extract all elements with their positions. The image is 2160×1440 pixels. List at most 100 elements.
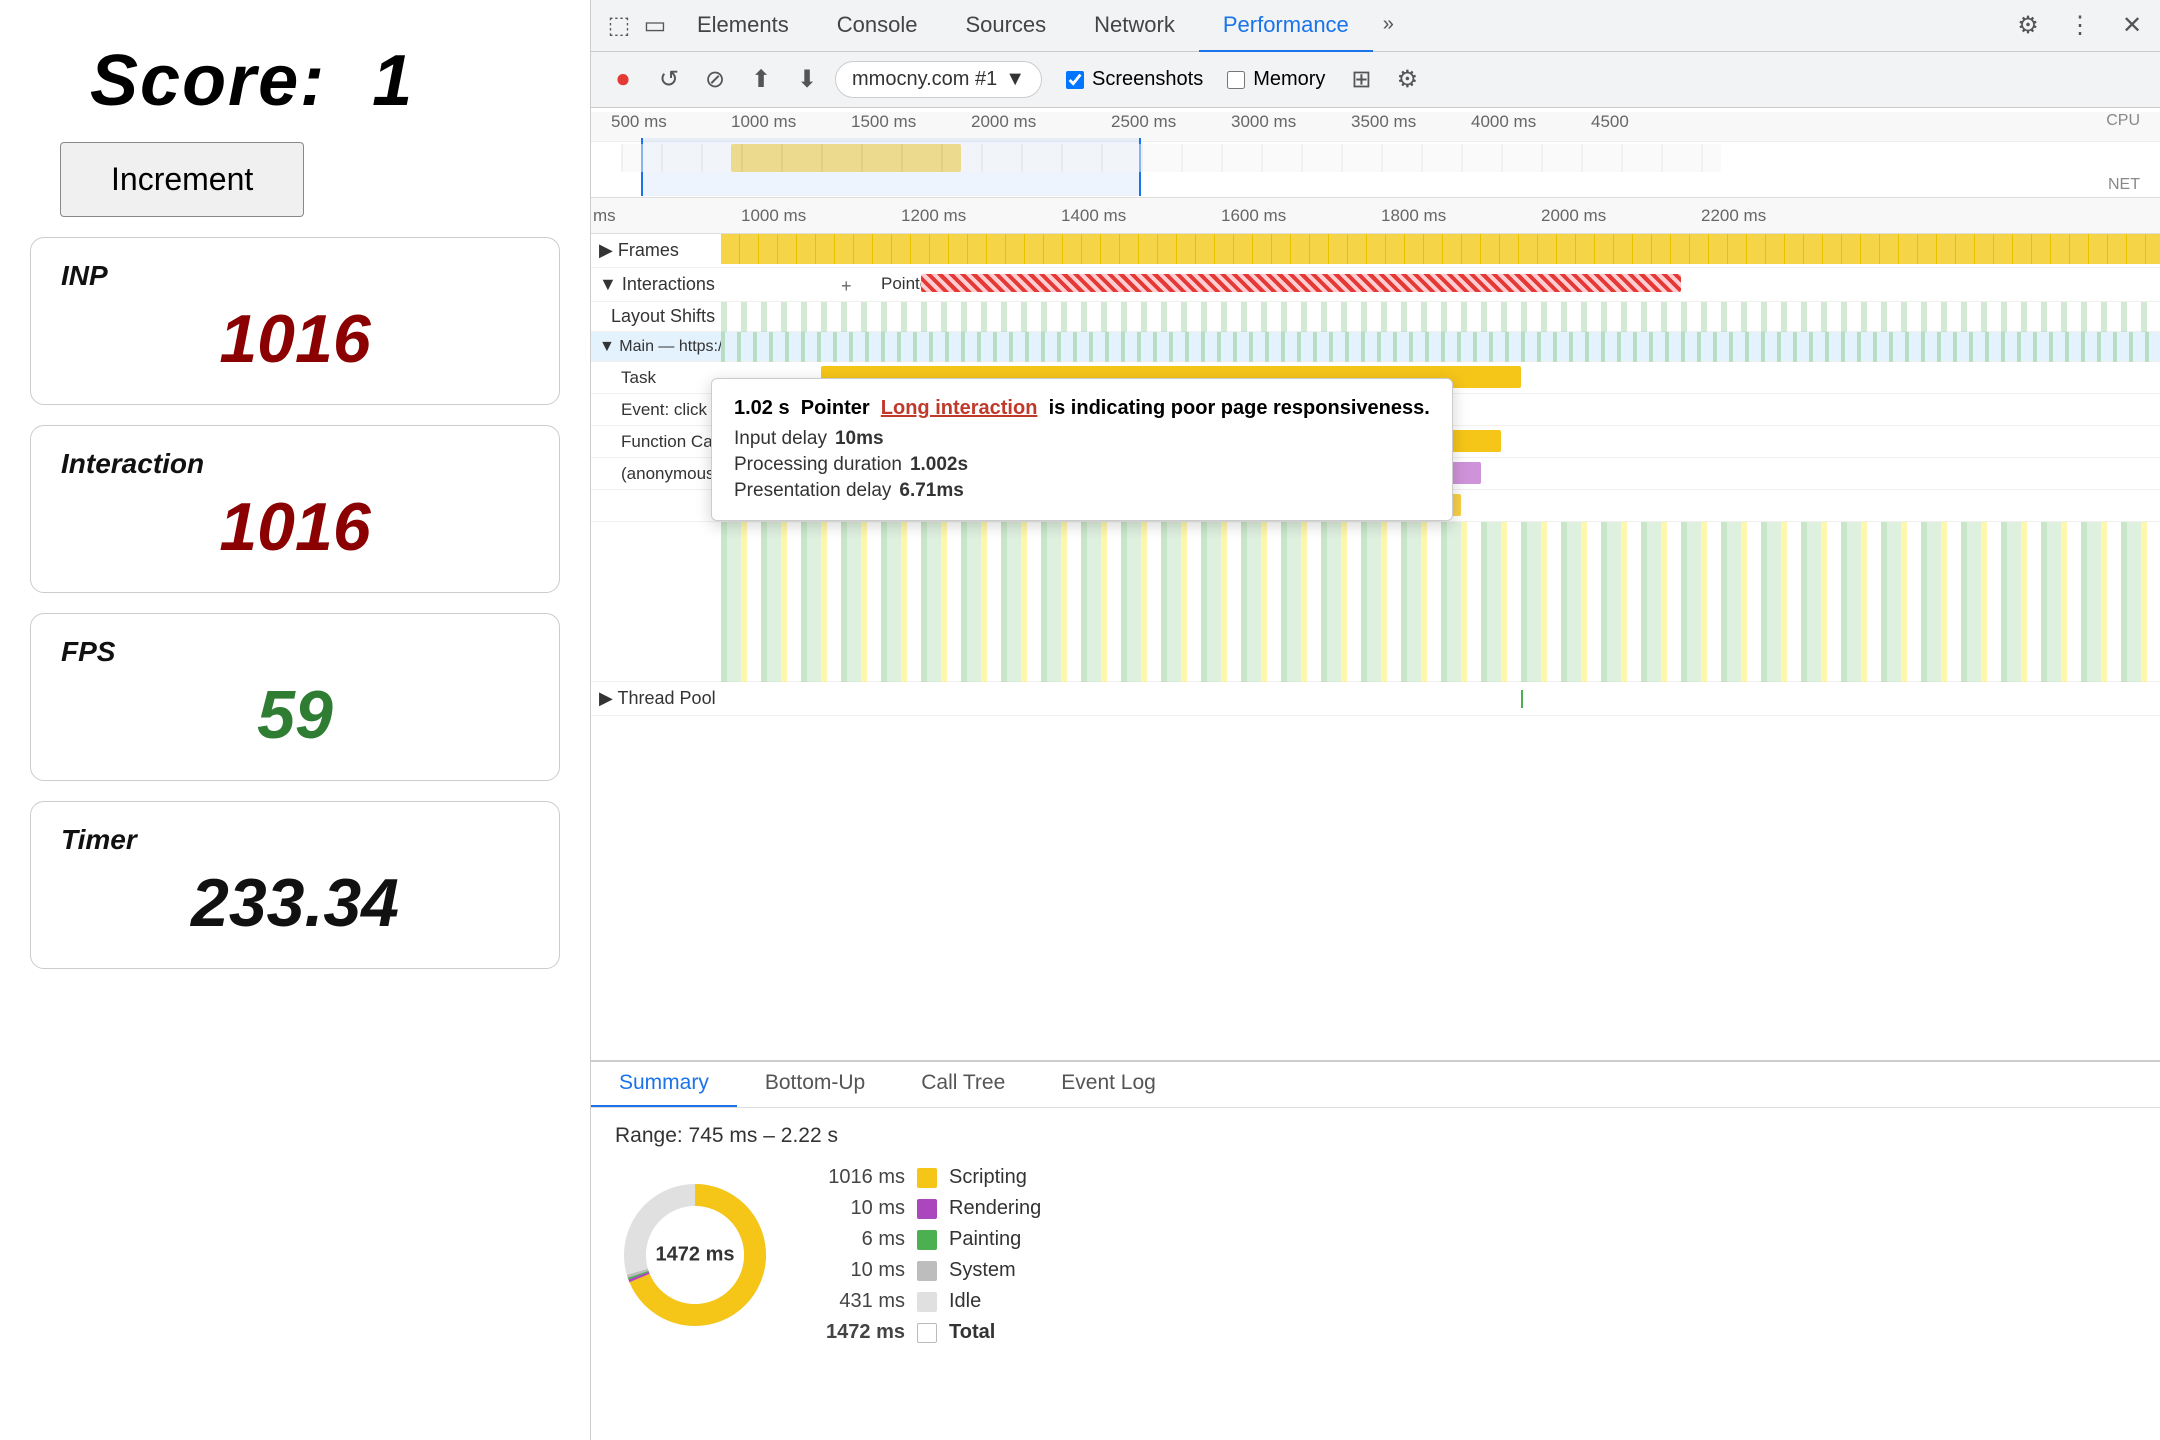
clear-icon[interactable]: ⊘	[697, 62, 733, 98]
fps-card: FPS 59	[30, 613, 560, 781]
interaction-card: Interaction 1016	[30, 425, 560, 593]
flame-area	[591, 522, 2160, 682]
capture-icon[interactable]: ⊞	[1343, 62, 1379, 98]
timeline-main: ms 1000 ms 1200 ms 1400 ms 1600 ms 1800 …	[591, 198, 2160, 1060]
settings-icon[interactable]: ⚙	[2010, 8, 2046, 44]
inp-card: INP 1016	[30, 237, 560, 405]
frames-label[interactable]: ▶ Frames	[591, 236, 721, 265]
ruler-2000: 2000 ms	[1541, 206, 1606, 226]
screenshots-strip	[621, 144, 1721, 172]
scripting-label: Scripting	[949, 1166, 1027, 1189]
tab-call-tree[interactable]: Call Tree	[893, 1071, 1033, 1107]
upload-icon[interactable]: ⬆	[743, 62, 779, 98]
tooltip-presentation: Presentation delay 6.71ms	[734, 480, 1430, 502]
tick-2000: 2000 ms	[971, 112, 1036, 132]
detail-ruler: ms 1000 ms 1200 ms 1400 ms 1600 ms 1800 …	[591, 198, 2160, 234]
reload-icon[interactable]: ↺	[651, 62, 687, 98]
fps-label: FPS	[61, 636, 529, 668]
idle-ms: 431 ms	[815, 1290, 905, 1313]
main-thread-row: ▼ Main — https://mmocny.co	[591, 332, 2160, 362]
summary-body: 1472 ms 1016 ms Scripting 10 ms Renderin…	[615, 1166, 2136, 1344]
legend-row-scripting: 1016 ms Scripting	[815, 1166, 1041, 1189]
flame-bars	[721, 522, 2160, 682]
rendering-swatch	[917, 1199, 937, 1219]
ruler-1200: 1200 ms	[901, 206, 966, 226]
tick-3500: 3500 ms	[1351, 112, 1416, 132]
increment-button[interactable]: Increment	[60, 142, 304, 217]
tick-2500: 2500 ms	[1111, 112, 1176, 132]
function-call-label: Function Call	[591, 428, 721, 456]
legend-row-idle: 431 ms Idle	[815, 1290, 1041, 1313]
bottom-panel: Summary Bottom-Up Call Tree Event Log Ra…	[591, 1060, 2160, 1440]
tick-3000: 3000 ms	[1231, 112, 1296, 132]
scripting-ms: 1016 ms	[815, 1166, 905, 1189]
record-icon[interactable]: ⏺	[605, 62, 641, 98]
thread-pool-row[interactable]: ▶ Thread Pool	[591, 682, 2160, 716]
url-dropdown-icon: ▼	[1005, 68, 1025, 91]
tab-elements[interactable]: Elements	[673, 0, 813, 52]
memory-checkbox[interactable]	[1227, 71, 1245, 89]
tab-summary[interactable]: Summary	[591, 1071, 737, 1107]
total-swatch	[917, 1323, 937, 1343]
tab-console[interactable]: Console	[813, 0, 942, 52]
task-label: Task	[591, 364, 721, 392]
main-thread-label: ▼ Main — https://mmocny.co	[591, 334, 721, 360]
screenshots-label: Screenshots	[1092, 68, 1203, 91]
bottom-tabbar: Summary Bottom-Up Call Tree Event Log	[591, 1062, 2160, 1108]
range-text: Range: 745 ms – 2.22 s	[615, 1124, 2136, 1148]
thread-pool-label[interactable]: ▶ Thread Pool	[591, 684, 721, 713]
download-icon[interactable]: ⬇	[789, 62, 825, 98]
ruler-1000: 1000 ms	[741, 206, 806, 226]
timer-label: Timer	[61, 824, 529, 856]
ruler-1600: 1600 ms	[1221, 206, 1286, 226]
frames-row: ▶ Frames	[591, 234, 2160, 268]
url-selector[interactable]: mmocny.com #1 ▼	[835, 61, 1042, 98]
interactions-label[interactable]: ▼ Interactions	[591, 270, 721, 299]
device-icon[interactable]: ▭	[637, 8, 673, 44]
tab-sources[interactable]: Sources	[941, 0, 1070, 52]
screenshots-checkbox[interactable]	[1066, 71, 1084, 89]
main-thread-green	[721, 332, 2160, 362]
tab-event-log[interactable]: Event Log	[1033, 1071, 1184, 1107]
memory-label: Memory	[1253, 68, 1325, 91]
inspect-icon[interactable]: ⬚	[601, 8, 637, 44]
rendering-label: Rendering	[949, 1197, 1041, 1220]
ruler-2200: 2200 ms	[1701, 206, 1766, 226]
idle-swatch	[917, 1292, 937, 1312]
layout-shifts-bar	[721, 302, 2160, 332]
inp-label: INP	[61, 260, 529, 292]
score-label: Score:	[90, 40, 326, 122]
perf-settings-icon[interactable]: ⚙	[1389, 62, 1425, 98]
left-panel: Score: 1 Increment INP 1016 Interaction …	[0, 0, 590, 1440]
frames-bar	[721, 234, 2160, 264]
summary-content: Range: 745 ms – 2.22 s	[591, 1108, 2160, 1440]
interaction-value: 1016	[61, 488, 529, 566]
scripting-swatch	[917, 1168, 937, 1188]
tab-performance[interactable]: Performance	[1199, 0, 1373, 52]
tab-bottom-up[interactable]: Bottom-Up	[737, 1071, 893, 1107]
interactions-row[interactable]: ▼ Interactions + Pointer	[591, 268, 2160, 302]
legend-row-total: 1472 ms Total	[815, 1321, 1041, 1344]
donut-label: 1472 ms	[656, 1244, 735, 1267]
interaction-tooltip: 1.02 s Pointer Long interaction is indic…	[711, 378, 1453, 521]
tab-network[interactable]: Network	[1070, 0, 1199, 52]
devtools-actions: ⚙ ⋮ ✕	[2010, 8, 2150, 44]
long-interaction-link[interactable]: Long interaction	[881, 397, 1038, 419]
tab-more[interactable]: »	[1373, 0, 1404, 52]
legend-row-rendering: 10 ms Rendering	[815, 1197, 1041, 1220]
painting-label: Painting	[949, 1228, 1021, 1251]
painting-swatch	[917, 1230, 937, 1250]
close-icon[interactable]: ✕	[2114, 8, 2150, 44]
inp-value: 1016	[61, 300, 529, 378]
add-interaction-icon: +	[841, 276, 852, 297]
more-options-icon[interactable]: ⋮	[2062, 8, 2098, 44]
tick-500: 500 ms	[611, 112, 667, 132]
event-click-label: Event: click	[591, 396, 721, 424]
tooltip-header: 1.02 s Pointer Long interaction is indic…	[734, 397, 1430, 420]
devtools-panel: ⬚ ▭ Elements Console Sources Network Per…	[590, 0, 2160, 1440]
total-ms: 1472 ms	[815, 1321, 905, 1344]
devtools-tabbar: ⬚ ▭ Elements Console Sources Network Per…	[591, 0, 2160, 52]
interaction-hatched-bar[interactable]	[921, 274, 1681, 292]
memory-group: Memory	[1227, 68, 1325, 91]
idle-label: Idle	[949, 1290, 981, 1313]
